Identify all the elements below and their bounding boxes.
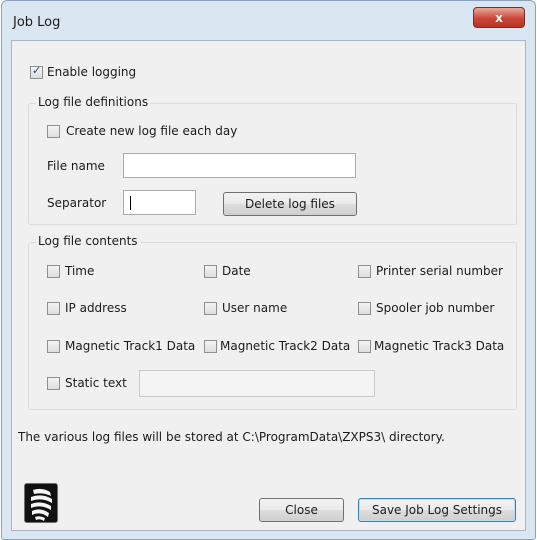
magnetic-track1-label: Magnetic Track1 Data	[65, 339, 196, 353]
magnetic-track3-label: Magnetic Track3 Data	[374, 339, 505, 353]
window-title: Job Log	[13, 15, 61, 30]
job-log-window: Job Log x Enable logging Log file defini…	[1, 0, 536, 540]
static-text-checkbox[interactable]	[47, 377, 60, 390]
enable-logging-label: Enable logging	[47, 65, 137, 79]
title-bar[interactable]: Job Log x	[2, 1, 535, 37]
magnetic-track1-checkbox[interactable]	[47, 340, 60, 353]
user-name-checkbox[interactable]	[204, 302, 217, 315]
time-label: Time	[65, 264, 95, 278]
create-new-log-each-day-label: Create new log file each day	[66, 124, 238, 138]
date-label: Date	[222, 264, 251, 278]
create-new-log-each-day-checkbox[interactable]	[47, 125, 60, 138]
enable-logging-checkbox[interactable]	[30, 64, 43, 79]
delete-log-files-button[interactable]: Delete log files	[223, 192, 357, 216]
separator-input[interactable]	[123, 190, 196, 215]
spooler-job-number-checkbox[interactable]	[358, 302, 371, 315]
file-name-input[interactable]	[123, 153, 356, 178]
zebra-logo-graphic	[25, 484, 57, 522]
magnetic-track3-checkbox[interactable]	[358, 340, 371, 353]
time-checkbox[interactable]	[47, 265, 60, 278]
log-file-definitions-title: Log file definitions	[36, 95, 151, 109]
spooler-job-number-label: Spooler job number	[376, 301, 495, 315]
magnetic-track2-checkbox[interactable]	[204, 340, 217, 353]
date-checkbox[interactable]	[204, 265, 217, 278]
printer-serial-number-label: Printer serial number	[376, 264, 503, 278]
dialog-client-area: Enable logging Log file definitions Crea…	[11, 40, 526, 531]
magnetic-track2-label: Magnetic Track2 Data	[220, 339, 351, 353]
log-location-info-text: The various log files will be stored at …	[18, 430, 445, 444]
static-text-input[interactable]	[139, 370, 375, 397]
zebra-logo-icon	[24, 483, 58, 523]
separator-label: Separator	[47, 196, 107, 210]
file-name-label: File name	[47, 159, 105, 173]
close-glyph: x	[495, 11, 503, 25]
close-icon[interactable]: x	[473, 7, 525, 28]
user-name-label: User name	[222, 301, 288, 315]
close-button[interactable]: Close	[259, 498, 344, 522]
printer-serial-number-checkbox[interactable]	[358, 265, 371, 278]
save-job-log-settings-button[interactable]: Save Job Log Settings	[358, 498, 516, 522]
static-text-label: Static text	[65, 376, 127, 390]
ip-address-label: IP address	[65, 301, 127, 315]
text-caret	[130, 196, 131, 210]
ip-address-checkbox[interactable]	[47, 302, 60, 315]
log-file-contents-title: Log file contents	[36, 234, 140, 248]
